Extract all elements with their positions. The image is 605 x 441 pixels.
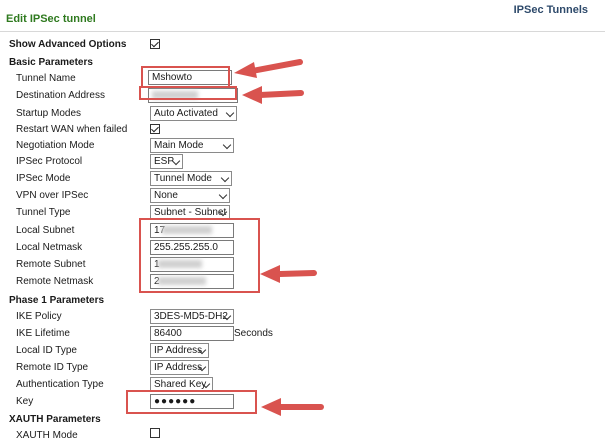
ipsec-protocol-value: ESP <box>154 156 175 167</box>
show-advanced-label: Show Advanced Options <box>9 39 127 50</box>
xauth-mode-label: XAUTH Mode <box>16 430 78 441</box>
annotation-arrow-tunnel-name <box>234 59 303 78</box>
xauth-mode-checkbox[interactable] <box>150 428 160 438</box>
authentication-type-value: Shared Key <box>154 379 207 390</box>
restart-wan-label: Restart WAN when failed <box>16 124 128 135</box>
ike-policy-select[interactable]: 3DES-MD5-DH2 <box>150 309 234 324</box>
tunnel-name-label: Tunnel Name <box>16 73 76 84</box>
ike-policy-value: 3DES-MD5-DH2 <box>154 311 228 322</box>
ipsec-mode-value: Tunnel Mode <box>154 173 212 184</box>
xauth-parameters-heading: XAUTH Parameters <box>9 414 101 425</box>
chevron-down-icon <box>225 108 235 118</box>
negotiation-mode-select[interactable]: Main Mode <box>150 138 234 153</box>
local-subnet-label: Local Subnet <box>16 225 75 236</box>
remote-id-type-select[interactable]: IP Address <box>150 360 209 375</box>
ike-lifetime-label: IKE Lifetime <box>16 328 70 339</box>
startup-modes-value: Auto Activated <box>154 108 218 119</box>
annotation-arrow-destination <box>242 86 304 104</box>
basic-parameters-heading: Basic Parameters <box>9 57 93 68</box>
ike-lifetime-unit: Seconds <box>234 328 273 339</box>
annotation-box-subnets <box>139 218 260 293</box>
negotiation-mode-label: Negotiation Mode <box>16 140 95 151</box>
chevron-down-icon <box>222 140 232 150</box>
authentication-type-label: Authentication Type <box>16 379 104 390</box>
vpn-over-ipsec-select[interactable]: None <box>150 188 230 203</box>
page-title: Edit IPSec tunnel <box>6 13 96 25</box>
local-id-type-value: IP Address <box>154 345 203 356</box>
ipsec-mode-select[interactable]: Tunnel Mode <box>150 171 232 186</box>
ipsec-protocol-select[interactable]: ESP <box>150 154 183 169</box>
ipsec-protocol-label: IPSec Protocol <box>16 156 83 167</box>
tunnel-type-label: Tunnel Type <box>16 207 71 218</box>
annotation-box-destination <box>139 86 237 100</box>
ipsec-mode-label: IPSec Mode <box>16 173 71 184</box>
annotation-box-key <box>126 390 257 414</box>
top-bar: Edit IPSec tunnel IPSec Tunnels <box>0 0 605 30</box>
restart-wan-checkbox[interactable] <box>150 124 160 134</box>
startup-modes-label: Startup Modes <box>16 108 82 119</box>
remote-subnet-label: Remote Subnet <box>16 259 86 270</box>
annotation-arrow-key <box>261 398 324 416</box>
local-netmask-label: Local Netmask <box>16 242 83 253</box>
show-advanced-checkbox[interactable] <box>150 39 160 49</box>
remote-id-type-value: IP Address <box>154 362 203 373</box>
remote-netmask-label: Remote Netmask <box>16 276 94 287</box>
ike-policy-label: IKE Policy <box>16 311 62 322</box>
annotation-box-tunnel-name <box>141 66 230 88</box>
key-label: Key <box>16 396 34 407</box>
tunnel-type-value: Subnet - Subnet <box>154 207 227 218</box>
vpn-over-ipsec-label: VPN over IPSec <box>16 190 89 201</box>
chevron-down-icon <box>220 173 230 183</box>
local-id-type-select[interactable]: IP Address <box>150 343 209 358</box>
chevron-down-icon <box>218 190 228 200</box>
breadcrumb[interactable]: IPSec Tunnels <box>514 4 588 16</box>
local-id-type-label: Local ID Type <box>16 345 77 356</box>
destination-address-label: Destination Address <box>16 90 105 101</box>
vpn-over-ipsec-value: None <box>154 190 178 201</box>
phase1-parameters-heading: Phase 1 Parameters <box>9 295 105 306</box>
ike-lifetime-input[interactable]: 86400 <box>150 326 234 341</box>
negotiation-mode-value: Main Mode <box>154 140 204 151</box>
remote-id-type-label: Remote ID Type <box>16 362 89 373</box>
header-divider <box>0 31 605 32</box>
startup-modes-select[interactable]: Auto Activated <box>150 106 237 121</box>
annotation-arrow-subnets <box>260 265 317 283</box>
